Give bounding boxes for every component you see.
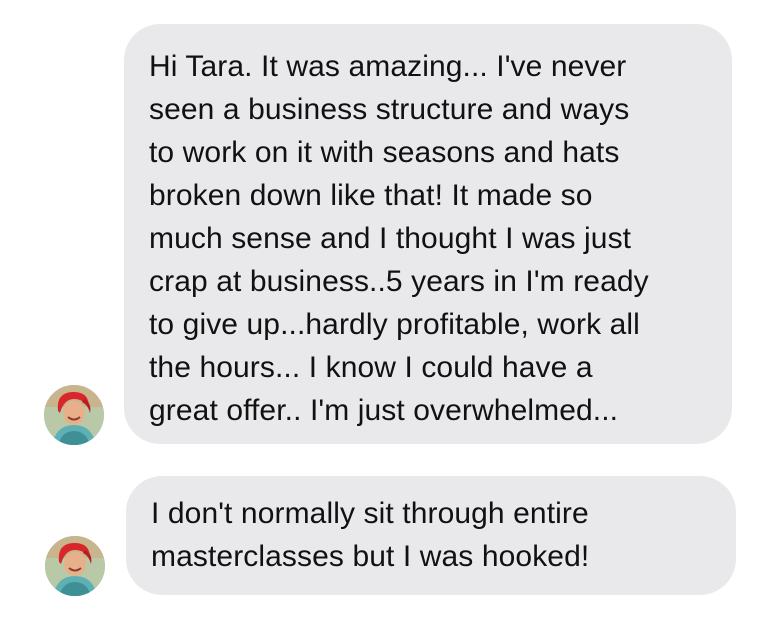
message-thread: Hi Tara. It was amazing... I've never se…	[0, 0, 768, 644]
message-bubble[interactable]: I don't normally sit through entire mast…	[126, 476, 736, 595]
message-line: much sense and I thought I was just	[149, 222, 632, 255]
message-line: seen a business structure and ways	[149, 93, 630, 126]
message-line: I don't normally sit through entire	[151, 497, 589, 530]
message-line: masterclasses but I was hooked!	[151, 540, 590, 573]
message-line: the hours... I know I could have a	[149, 351, 593, 384]
message-line: to give up...hardly profitable, work all	[149, 308, 640, 341]
sender-avatar[interactable]	[44, 385, 104, 445]
message-row: I don't normally sit through entire mast…	[0, 460, 768, 644]
message-row: Hi Tara. It was amazing... I've never se…	[0, 0, 768, 460]
message-line: crap at business..5 years in I'm ready	[149, 265, 649, 298]
message-line: to work on it with seasons and hats	[149, 136, 620, 169]
message-line: great offer.. I'm just overwhelmed...	[149, 394, 619, 427]
message-line: Hi Tara. It was amazing... I've never	[149, 50, 627, 83]
avatar-photo-icon	[44, 385, 104, 445]
message-bubble[interactable]: Hi Tara. It was amazing... I've never se…	[124, 24, 732, 444]
message-line: broken down like that! It made so	[149, 179, 593, 212]
sender-avatar[interactable]	[45, 536, 105, 596]
avatar-photo-icon	[45, 536, 105, 596]
